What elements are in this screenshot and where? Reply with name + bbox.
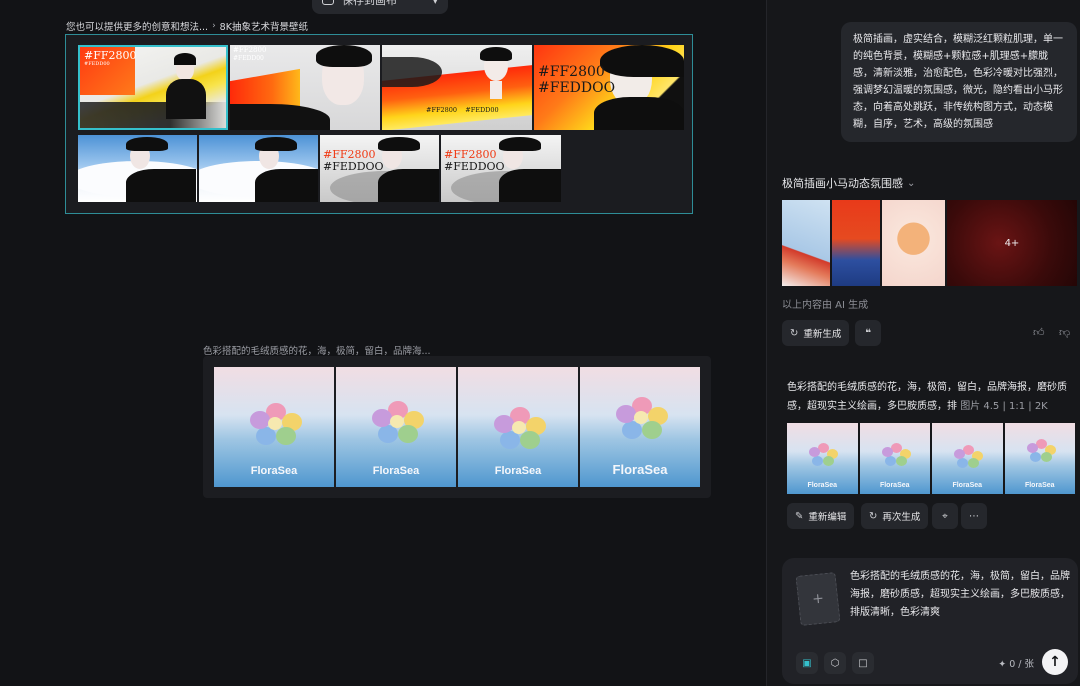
upload-reference-button[interactable]: + — [795, 572, 841, 626]
credit-cost: ✦ 0 / 张 — [998, 656, 1034, 670]
hex-label-big: #FF2800 — [84, 49, 137, 62]
hex-label-big: #FF2800 — [233, 46, 267, 54]
model-button[interactable]: ⬡ — [824, 652, 846, 674]
target-button[interactable]: ⌖ — [932, 503, 958, 529]
image-thumb[interactable]: #FF2800 #FEDDOO — [441, 135, 561, 202]
more-options-button[interactable]: ⋯ — [961, 503, 987, 529]
brand-text: FloraSea — [879, 482, 910, 489]
crosshair-icon: ⌖ — [942, 510, 948, 522]
flower-image[interactable]: FloraSea — [214, 367, 334, 487]
arrow-up-icon: ↑ — [1049, 654, 1061, 670]
brand-text: FloraSea — [250, 465, 298, 477]
chevron-down-icon: ▾ — [432, 0, 438, 7]
brand-text: FloraSea — [612, 462, 668, 477]
prompt-message: 色彩搭配的毛绒质感的花，海，极简，留白，品牌海报，磨砂质感，超现实主义绘画，多巴… — [787, 378, 1077, 416]
generated-image[interactable] — [831, 200, 881, 286]
brand-text: FloraSea — [952, 482, 983, 489]
prompt-result-images: FloraSea FloraSea FloraSea FloraSea — [787, 423, 1075, 494]
group-b-caption: 色彩搭配的毛绒质感的花，海，极简，留白，品牌海... — [203, 346, 431, 357]
quote-button[interactable]: ❝ — [855, 320, 881, 346]
chevron-down-icon: ⌄ — [907, 177, 916, 189]
save-to-canvas-button[interactable]: 保存到画布 ▾ — [312, 0, 448, 14]
chat-panel: 极简插画，虚实结合，模糊泛红颗粒肌理，单一的纯色背景，模糊感+颗粒感+肌理感+朦… — [766, 0, 1080, 686]
image-thumb[interactable]: #FF2800 #FEDD00 — [382, 45, 532, 130]
hex-label-small: #FEDDOO — [444, 160, 505, 173]
generate-again-label: 再次生成 — [882, 512, 921, 523]
image-mode-button[interactable]: ▣ — [796, 652, 818, 674]
brand-text: FloraSea — [1024, 482, 1055, 489]
result-image[interactable]: FloraSea — [932, 423, 1003, 494]
hex-label-small: #FEDD00 — [84, 61, 110, 67]
image-thumb[interactable] — [78, 135, 197, 202]
user-message: 极简插画，虚实结合，模糊泛红颗粒肌理，单一的纯色背景，模糊感+颗粒感+肌理感+朦… — [841, 22, 1077, 142]
quote-icon: ❝ — [865, 327, 871, 339]
re-edit-button[interactable]: ✎ 重新编辑 — [787, 503, 855, 529]
prompt-composer[interactable]: + 色彩搭配的毛绒质感的花，海，极简，留白，品牌海报，磨砂质感，超现实主义绘画，… — [782, 558, 1078, 684]
square-icon: □ — [858, 657, 868, 669]
save-to-canvas-label: 保存到画布 — [342, 0, 397, 7]
hex-label-big: #FF2800 — [444, 148, 497, 161]
hex-label-small: #FEDDOO — [323, 160, 384, 173]
credit-cost-text: 0 / 张 — [1009, 659, 1034, 670]
canvas-icon — [322, 0, 334, 5]
flower-image[interactable]: FloraSea — [336, 367, 456, 487]
regenerate-label: 重新生成 — [803, 329, 842, 340]
more-icon: ⋯ — [969, 510, 979, 522]
breadcrumb-second[interactable]: 8K抽象艺术背景壁纸 — [220, 19, 308, 33]
flower-image[interactable]: FloraSea — [458, 367, 578, 487]
refresh-icon: ↻ — [869, 510, 878, 522]
brand-text: FloraSea — [494, 465, 542, 477]
image-group-b[interactable]: FloraSea FloraSea FloraSea FloraSea — [203, 356, 711, 498]
generated-images: 4+ — [782, 200, 1077, 286]
hex-label-big: #FF2800 — [538, 64, 605, 80]
prompt-input[interactable]: 色彩搭配的毛绒质感的花，海，极简，留白，品牌海报，磨砂质感，超现实主义绘画，多巴… — [850, 568, 1072, 622]
breadcrumb: 您也可以提供更多的创意和想法... › 8K抽象艺术背景壁纸 — [66, 19, 308, 33]
sparkle-icon: ✦ — [998, 659, 1007, 670]
image-group-a[interactable]: #FF2800 #FEDD00 #FF2800 #FEDD00 #FF2800 … — [65, 34, 693, 214]
result-title[interactable]: 极简插画小马动态氛围感 ⌄ — [782, 175, 915, 191]
image-thumb[interactable]: #FF2800 #FEDDOO — [534, 45, 684, 130]
image-thumb[interactable] — [199, 135, 318, 202]
refresh-icon: ↻ — [790, 327, 799, 339]
generated-image[interactable] — [782, 200, 830, 286]
hex-label-big: #FF2800 — [323, 148, 376, 161]
thumbs-up-icon[interactable]: 👍︎ — [1033, 326, 1045, 339]
result-image[interactable]: FloraSea — [787, 423, 858, 494]
result-image[interactable]: FloraSea — [859, 423, 930, 494]
ratio-button[interactable]: □ — [852, 652, 874, 674]
brand-text: FloraSea — [807, 482, 838, 489]
image-thumb[interactable]: #FF2800 #FEDDOO — [320, 135, 439, 202]
hex-label-small: #FEDDOO — [538, 80, 616, 96]
hex-label-small: #FEDD00 — [233, 55, 264, 62]
edit-icon: ✎ — [795, 510, 804, 522]
thumbs-down-icon[interactable]: 👎︎ — [1059, 326, 1070, 339]
generated-image[interactable] — [882, 200, 945, 286]
brand-text: FloraSea — [372, 465, 420, 477]
chevron-right-icon: › — [212, 21, 216, 31]
canvas-area[interactable]: 保存到画布 ▾ 您也可以提供更多的创意和想法... › 8K抽象艺术背景壁纸 #… — [0, 0, 766, 686]
generated-image-more[interactable]: 4+ — [946, 200, 1077, 286]
image-thumb[interactable]: #FF2800 #FEDD00 — [78, 45, 228, 130]
plus-icon: + — [811, 590, 825, 608]
regenerate-button[interactable]: ↻ 重新生成 — [782, 320, 850, 346]
result-title-text: 极简插画小马动态氛围感 — [782, 177, 903, 190]
re-edit-label: 重新编辑 — [808, 512, 847, 523]
more-count: 4+ — [1004, 237, 1020, 249]
result-image[interactable]: FloraSea — [1004, 423, 1075, 494]
cube-icon: ⬡ — [830, 657, 840, 669]
image-thumb[interactable]: #FF2800 #FEDD00 — [230, 45, 380, 130]
generate-again-button[interactable]: ↻ 再次生成 — [861, 503, 929, 529]
image-icon: ▣ — [802, 657, 812, 669]
prompt-meta: 图片 4.5 | 1:1 | 2K — [960, 401, 1048, 412]
ai-note: 以上内容由 AI 生成 — [782, 300, 869, 311]
flower-image[interactable]: FloraSea — [580, 367, 700, 487]
breadcrumb-first[interactable]: 您也可以提供更多的创意和想法... — [66, 19, 208, 33]
send-button[interactable]: ↑ — [1042, 649, 1068, 675]
hex-label-small: #FF2800 #FEDD00 — [426, 106, 499, 114]
